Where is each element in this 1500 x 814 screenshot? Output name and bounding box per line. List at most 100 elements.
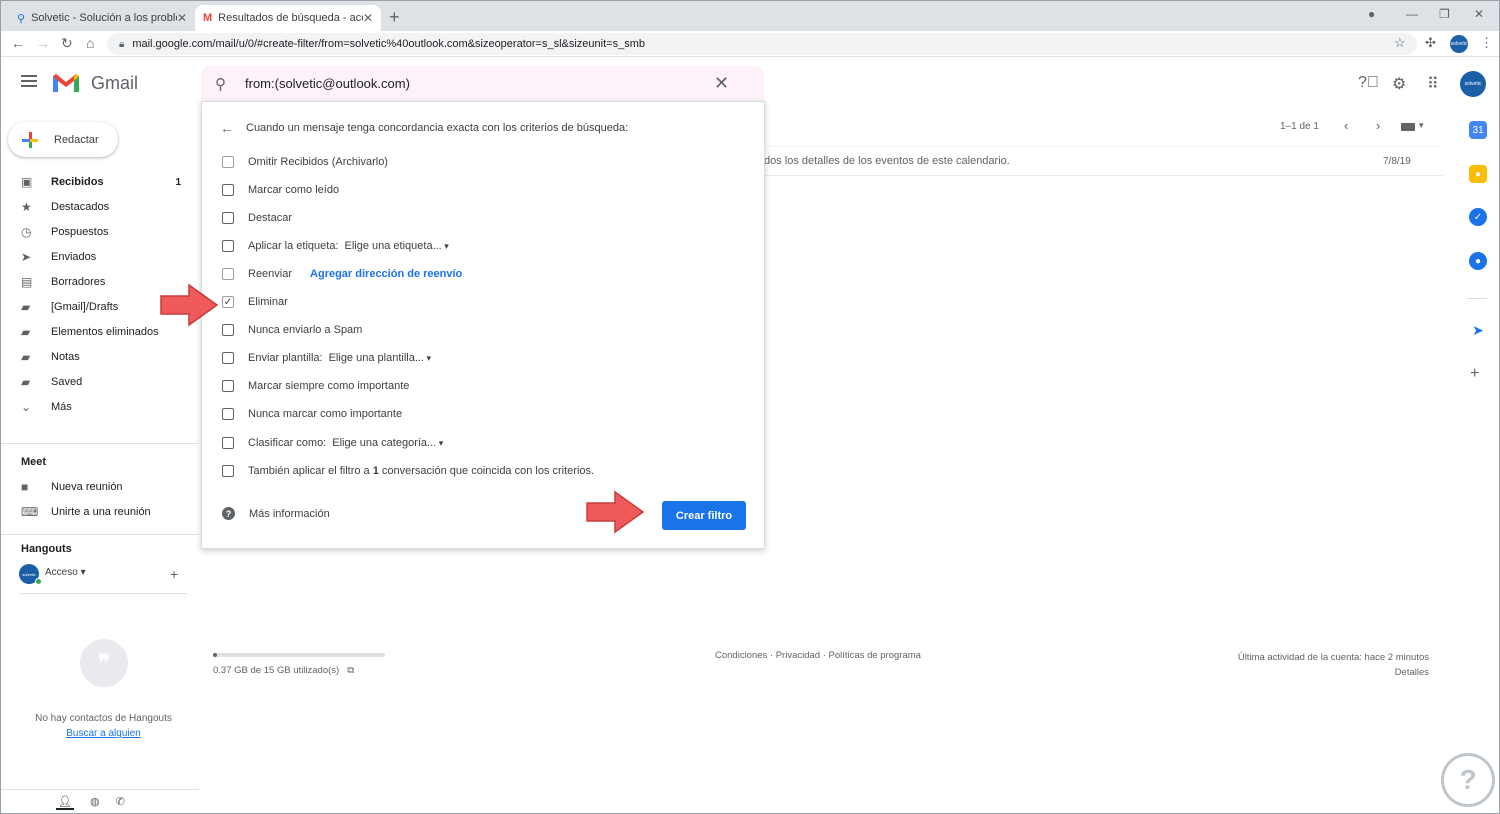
window-close-icon[interactable]: ✕ — [1474, 7, 1484, 21]
browser-menu-icon[interactable]: ⋮ — [1480, 35, 1493, 51]
dialog-heading: ← Cuando un mensaje tenga concordancia e… — [220, 120, 629, 136]
pager-text: 1–1 de 1 — [1280, 121, 1319, 132]
account-avatar[interactable]: solvetic — [1460, 71, 1486, 97]
back-icon[interactable]: ← — [11, 35, 25, 51]
add-forwarding-address-link[interactable]: Agregar dirección de reenvío — [310, 268, 462, 280]
hangouts-user-menu[interactable]: Acceso ▾ — [45, 567, 86, 578]
chevron-down-icon[interactable]: ▾ — [1419, 120, 1424, 131]
sidebar-item-gmail-drafts[interactable]: ▰ [Gmail]/Drafts — [21, 298, 181, 316]
previous-page-icon[interactable]: ‹ — [1344, 118, 1348, 133]
url-field[interactable]: 🔒︎ mail.google.com/mail/u/0/#create-filt… — [107, 33, 1417, 55]
browser-tab-gmail[interactable]: M Resultados de búsqueda - acces ✕ — [195, 5, 381, 31]
create-filter-button[interactable]: Crear filtro — [662, 501, 746, 530]
option-siempre-importante[interactable]: Marcar siempre como importante — [222, 377, 409, 395]
profile-menu-icon[interactable]: ● — [1368, 7, 1375, 21]
checkbox[interactable] — [222, 380, 234, 392]
more-info-link[interactable]: ? Más información — [222, 507, 330, 520]
sidebar-item-saved[interactable]: ▰ Saved — [21, 373, 181, 391]
apps-grid-icon[interactable]: ⠿ — [1427, 74, 1439, 94]
checkbox[interactable] — [222, 268, 234, 280]
external-link-icon[interactable]: ⧉ — [347, 665, 354, 676]
option-nunca-importante[interactable]: Nunca marcar como importante — [222, 405, 402, 423]
category-dropdown[interactable]: Elige una categoría... — [332, 437, 443, 449]
option-aplicar-conversaciones[interactable]: También aplicar el filtro a 1 conversaci… — [222, 462, 594, 480]
search-bar[interactable]: ⚲ from:(solvetic@outlook.com) ✕ — [201, 66, 764, 101]
option-destacar[interactable]: Destacar — [222, 209, 292, 227]
close-icon[interactable]: ✕ — [363, 11, 373, 25]
search-input[interactable]: from:(solvetic@outlook.com) — [245, 76, 714, 91]
sidebar-item-pospuestos[interactable]: ◷ Pospuestos — [21, 223, 181, 241]
option-marcar-leido[interactable]: Marcar como leído — [222, 181, 339, 199]
address-bar: ← → ↻ ⌂ 🔒︎ mail.google.com/mail/u/0/#cre… — [1, 31, 1499, 57]
calendar-icon[interactable]: 31 — [1469, 121, 1487, 139]
sidebar-item-borradores[interactable]: ▤ Borradores — [21, 273, 181, 291]
close-icon[interactable]: ✕ — [177, 11, 187, 25]
sidebar-item-mas[interactable]: ⌄ Más — [21, 398, 181, 416]
help-circle-icon: ? — [222, 507, 235, 520]
option-nunca-spam[interactable]: Nunca enviarlo a Spam — [222, 321, 362, 339]
addon-icon[interactable]: ➤ — [1469, 321, 1487, 339]
tasks-icon[interactable]: ✓ — [1469, 208, 1487, 226]
option-eliminar[interactable]: ✓ Eliminar — [222, 293, 288, 311]
tab-title: Resultados de búsqueda - acces — [218, 12, 363, 24]
footer-links[interactable]: Condiciones · Privacidad · Políticas de … — [715, 650, 921, 661]
forward-icon[interactable]: → — [36, 35, 50, 51]
sidebar-divider — [1, 443, 199, 444]
checkbox[interactable] — [222, 184, 234, 196]
option-aplicar-etiqueta[interactable]: Aplicar la etiqueta: Elige una etiqueta.… — [222, 237, 449, 255]
keep-icon[interactable]: ● — [1469, 165, 1487, 183]
browser-tab-solvetic[interactable]: ⚲ Solvetic - Solución a los problem ✕ — [9, 5, 195, 31]
home-icon[interactable]: ⌂ — [86, 35, 94, 51]
minimize-icon[interactable]: — — [1406, 7, 1418, 21]
checkbox[interactable] — [222, 465, 234, 477]
clear-search-icon[interactable]: ✕ — [714, 73, 764, 94]
browser-profile-avatar[interactable]: solvetic — [1450, 35, 1468, 53]
help-icon[interactable]: ?⃝ — [1358, 74, 1379, 92]
chat-bubble-icon[interactable]: ◍ — [90, 795, 100, 810]
next-page-icon[interactable]: › — [1376, 118, 1380, 133]
main-menu-icon[interactable] — [21, 75, 37, 90]
sidebar-item-recibidos[interactable]: ▣ Recibidos 1 — [21, 173, 181, 191]
get-addons-icon[interactable]: + — [1470, 365, 1479, 383]
checkbox[interactable] — [222, 156, 234, 168]
reload-icon[interactable]: ↻ — [61, 35, 73, 52]
sidebar-item-elementos-eliminados[interactable]: ▰ Elementos eliminados — [21, 323, 181, 341]
back-arrow-icon[interactable]: ← — [220, 120, 234, 136]
contacts-person-icon[interactable]: 👤︎ — [56, 795, 74, 810]
checkbox[interactable] — [222, 240, 234, 252]
option-enviar-plantilla[interactable]: Enviar plantilla: Elige una plantilla... — [222, 349, 431, 367]
tab-title: Solvetic - Solución a los problem — [31, 12, 177, 24]
option-omitir-recibidos[interactable]: Omitir Recibidos (Archivarlo) — [222, 153, 388, 171]
option-clasificar[interactable]: Clasificar como: Elige una categoría... — [222, 434, 443, 452]
checkbox[interactable] — [222, 212, 234, 224]
meet-new-meeting[interactable]: ■ Nueva reunión — [21, 478, 181, 496]
search-icon[interactable]: ⚲ — [215, 75, 245, 93]
checkbox[interactable] — [222, 437, 234, 449]
sidebar-item-destacados[interactable]: ★ Destacados — [21, 198, 181, 216]
checkbox-checked[interactable]: ✓ — [222, 296, 234, 308]
sidebar-item-notas[interactable]: ▰ Notas — [21, 348, 181, 366]
add-contact-icon[interactable]: + — [170, 566, 178, 582]
new-tab-button[interactable]: + — [389, 7, 400, 28]
restore-icon[interactable]: ❐ — [1439, 7, 1450, 21]
template-dropdown[interactable]: Elige una plantilla... — [329, 352, 431, 364]
input-tools-icon[interactable] — [1401, 123, 1415, 131]
checkbox[interactable] — [222, 324, 234, 336]
contacts-icon[interactable]: ● — [1469, 252, 1487, 270]
checkbox[interactable] — [222, 352, 234, 364]
phone-icon[interactable]: ✆ — [116, 795, 125, 810]
find-someone-link[interactable]: Buscar a alguien — [1, 728, 206, 739]
details-link[interactable]: Detalles — [1238, 665, 1429, 680]
online-status-icon — [35, 578, 42, 585]
sidebar-item-enviados[interactable]: ➤ Enviados — [21, 248, 181, 266]
meet-join-meeting[interactable]: ⌨ Unirte a una reunión — [21, 503, 181, 521]
compose-button[interactable]: Redactar — [8, 122, 118, 157]
extensions-icon[interactable]: ✣ — [1425, 35, 1436, 51]
label-dropdown[interactable]: Elige una etiqueta... — [345, 240, 449, 252]
checkbox[interactable] — [222, 408, 234, 420]
mail-row[interactable]: dos los detalles de los eventos de este … — [764, 146, 1443, 176]
settings-gear-icon[interactable]: ⚙ — [1392, 74, 1406, 94]
label-icon: ▰ — [21, 300, 31, 314]
option-reenviar[interactable]: Reenviar Agregar dirección de reenvío — [222, 265, 462, 283]
bookmark-star-icon[interactable]: ☆ — [1394, 35, 1406, 51]
